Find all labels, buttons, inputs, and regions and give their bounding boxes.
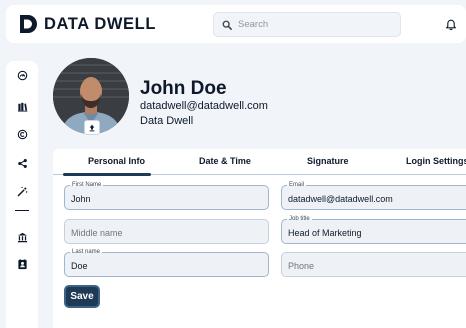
sidebar-active-indicator: [15, 210, 29, 211]
search-box[interactable]: [213, 12, 401, 37]
sidebar-item-bank[interactable]: [14, 229, 30, 245]
active-tab-indicator: [63, 173, 151, 176]
share-icon: [17, 158, 27, 168]
email-value: datadwell@datadwell.com: [288, 194, 393, 204]
sidebar: [6, 61, 38, 328]
bank-icon: [17, 232, 27, 242]
settings-tabs: Personal Info Date & Time Signature Logi…: [53, 149, 466, 176]
last-name-value: Doe: [71, 261, 88, 271]
search-icon: [222, 20, 232, 30]
tab-date-time[interactable]: Date & Time: [199, 156, 251, 166]
bell-icon[interactable]: [445, 19, 457, 31]
tab-login-settings[interactable]: Login Settings: [406, 156, 466, 166]
tab-personal-info[interactable]: Personal Info: [88, 156, 145, 166]
dashboard-icon: [17, 70, 27, 80]
books-icon: [17, 102, 27, 112]
first-name-value: John: [71, 194, 91, 204]
sidebar-item-share[interactable]: [14, 155, 30, 171]
sidebar-item-magic[interactable]: [14, 183, 30, 199]
brand-logo[interactable]: Data Dwell: [18, 14, 156, 34]
search-input[interactable]: [238, 19, 388, 30]
first-name-label: First Name: [70, 181, 104, 189]
user-email: datadwell@datadwell.com: [140, 100, 268, 112]
email-field[interactable]: Email datadwell@datadwell.com: [281, 181, 466, 210]
top-bar: Data Dwell: [6, 5, 466, 43]
save-button[interactable]: Save: [64, 285, 100, 308]
middle-name-placeholder: Middle name: [71, 228, 123, 238]
last-name-label: Last name: [70, 248, 103, 256]
last-name-field[interactable]: Last name Doe: [64, 248, 269, 277]
sidebar-item-library[interactable]: [14, 98, 30, 114]
sidebar-item-contacts[interactable]: [14, 256, 30, 272]
magic-wand-icon: [17, 186, 27, 196]
brand-name: Data Dwell: [44, 14, 157, 33]
user-name: John Doe: [140, 78, 227, 99]
sidebar-item-dashboard[interactable]: [14, 67, 30, 83]
job-title-label: Job title: [287, 215, 312, 223]
logo-mark-icon: [20, 15, 37, 33]
phone-placeholder: Phone: [288, 261, 315, 271]
copyright-icon: [17, 129, 27, 139]
upload-icon: [89, 124, 95, 131]
tab-signature[interactable]: Signature: [307, 156, 349, 166]
sidebar-item-copyright[interactable]: [14, 126, 30, 142]
phone-field[interactable]: Phone: [281, 252, 466, 277]
first-name-field[interactable]: First Name John: [64, 181, 269, 210]
job-title-field[interactable]: Job title Head of Marketing: [281, 215, 466, 244]
job-title-value: Head of Marketing: [288, 228, 362, 238]
user-company: Data Dwell: [140, 115, 194, 127]
middle-name-field[interactable]: Middle name: [64, 219, 269, 244]
email-label: Email: [287, 181, 307, 189]
upload-photo-button[interactable]: [84, 120, 100, 135]
contact-card-icon: [17, 258, 27, 269]
